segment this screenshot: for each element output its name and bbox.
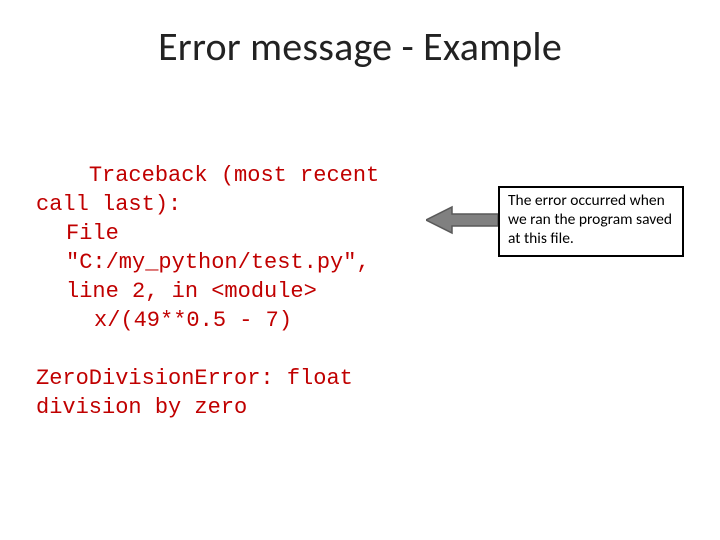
- callout-text: The error occurred when we ran the progr…: [508, 191, 672, 248]
- callout-box: The error occurred when we ran the progr…: [498, 186, 684, 257]
- traceback-line-code: x/(49**0.5 - 7): [36, 306, 396, 335]
- slide-title: Error message - Example: [0, 22, 720, 71]
- traceback-line-error: ZeroDivisionError: float division by zer…: [36, 366, 366, 420]
- traceback-line-file: File "C:/my_python/test.py", line 2, in …: [36, 219, 396, 306]
- arrow-left-icon: [426, 205, 498, 235]
- slide: Error message - Example Traceback (most …: [0, 0, 720, 540]
- traceback-block: Traceback (most recent call last): File …: [36, 132, 396, 422]
- traceback-line-header: Traceback (most recent call last):: [36, 163, 392, 217]
